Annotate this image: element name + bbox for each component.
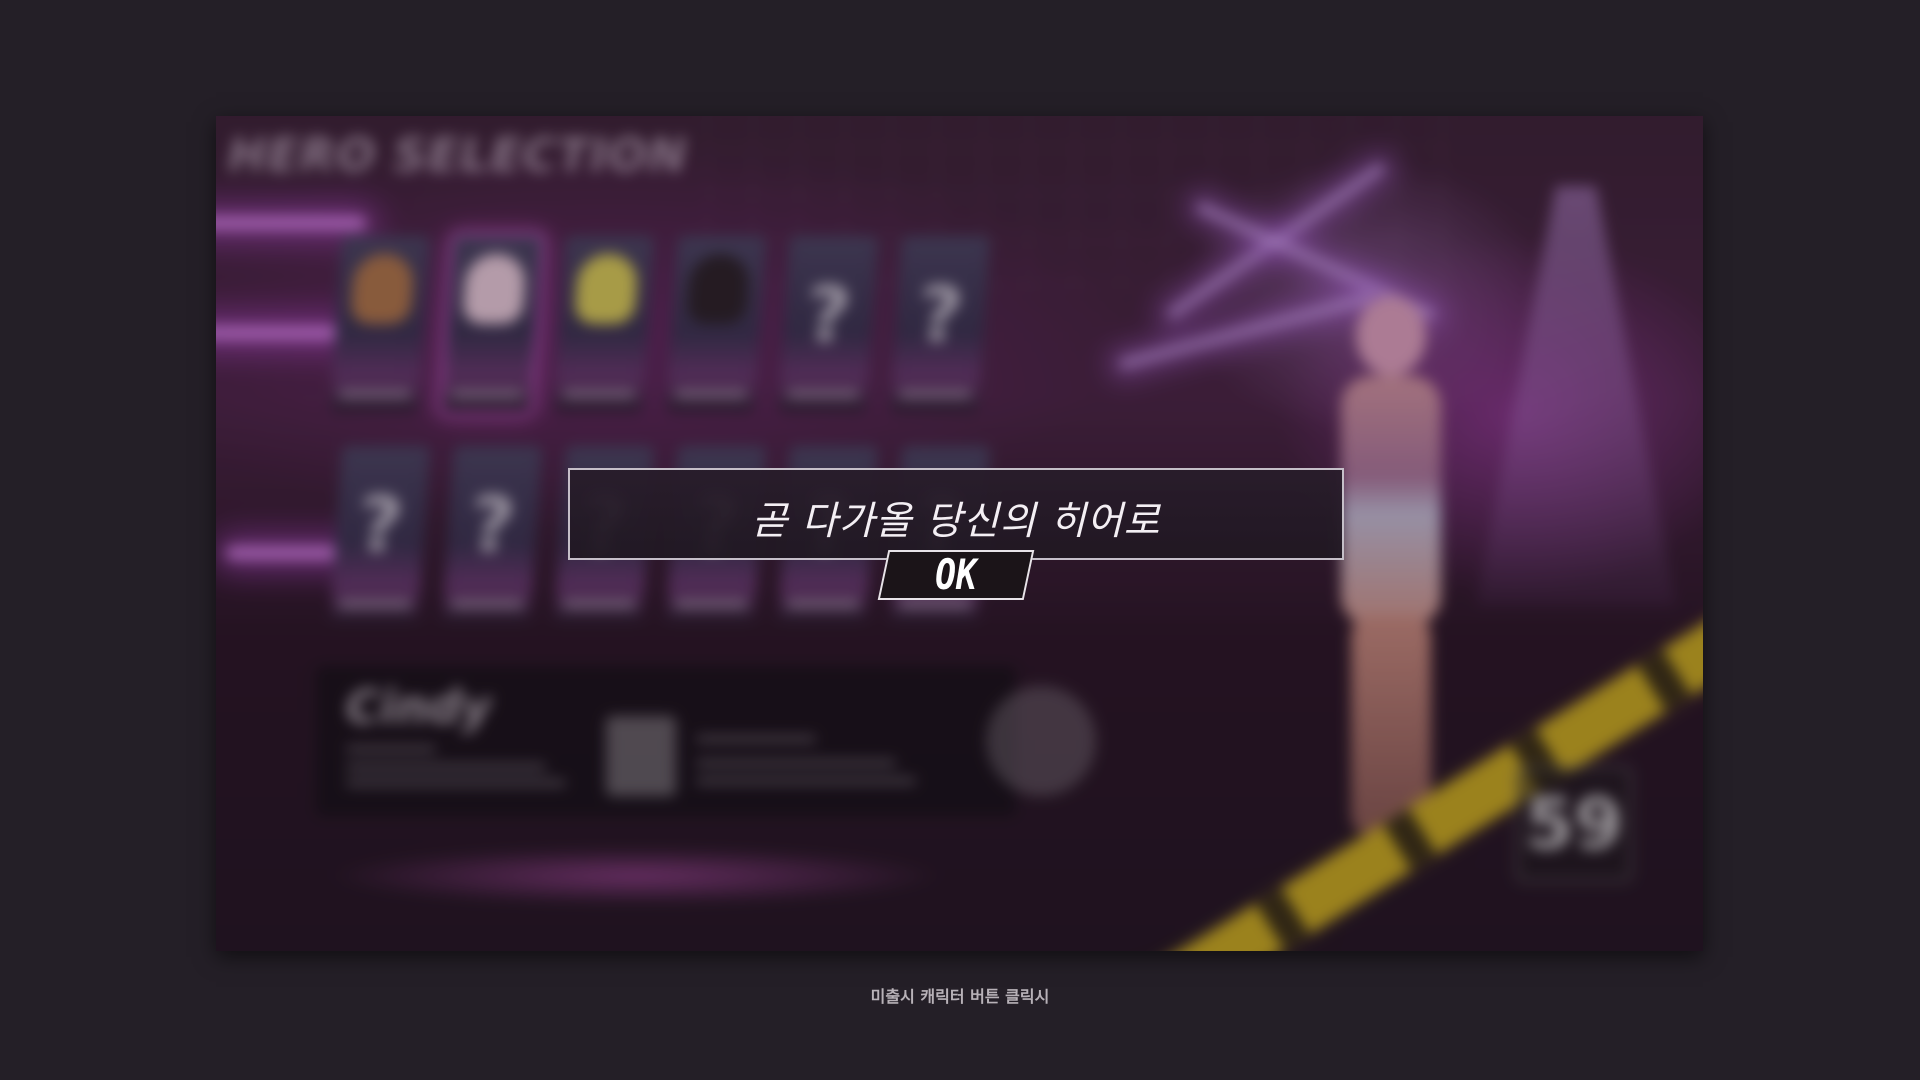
game-screen: HERO SELECTION ? ? ? ? Cindy 59 곧 다가올 당신… [216,116,1703,951]
screen-caption: 미출시 캐릭터 버튼 클릭시 [870,987,1050,1006]
coming-soon-dialog: 곧 다가올 당신의 히어로 [568,468,1344,560]
dialog-message: 곧 다가올 당신의 히어로 [751,499,1161,544]
ok-button[interactable]: OK [877,550,1035,600]
ok-button-label: OK [935,550,977,599]
